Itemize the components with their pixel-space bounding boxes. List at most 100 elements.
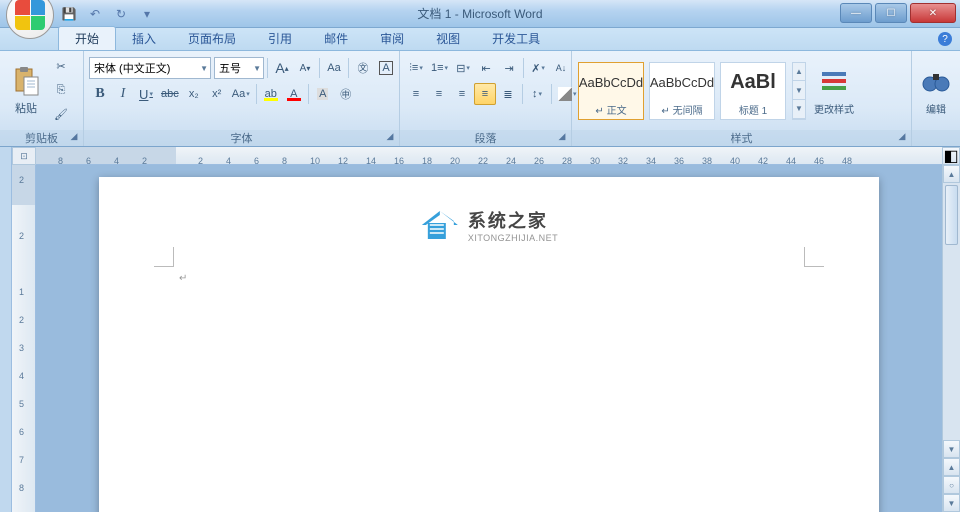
tab-insert[interactable]: 插入: [116, 27, 172, 50]
ruler-corner[interactable]: ⊡: [12, 147, 36, 165]
document-page[interactable]: 系统之家 XITONGZHIJIA.NET ↵: [99, 177, 879, 512]
maximize-button[interactable]: ☐: [875, 3, 907, 23]
tab-view[interactable]: 视图: [420, 27, 476, 50]
ribbon-tabs: 开始 插入 页面布局 引用 邮件 审阅 视图 开发工具 ?: [0, 28, 960, 51]
scroll-track[interactable]: [943, 183, 960, 440]
clear-format-button[interactable]: Aa: [323, 57, 345, 79]
vruler-tick: 2: [19, 315, 24, 325]
char-shading-button[interactable]: A: [312, 83, 334, 105]
binoculars-icon: [920, 66, 952, 98]
align-center-button[interactable]: ≡: [428, 83, 450, 105]
align-right-button[interactable]: ≡: [451, 83, 473, 105]
paste-button[interactable]: 粘贴: [5, 57, 47, 125]
font-size-combo[interactable]: 五号▼: [214, 57, 264, 79]
group-font: 宋体 (中文正文)▼ 五号▼ A▴ A▾ Aa ㉆ A B I U▾ abc x…: [84, 51, 400, 146]
group-paragraph-label: 段落◢: [400, 130, 571, 146]
ruler-toggle-icon[interactable]: ◧: [942, 147, 960, 165]
decrease-indent-button[interactable]: ⇤: [475, 57, 497, 79]
scroll-up-icon[interactable]: ▲: [943, 165, 960, 183]
enclose-char-button[interactable]: ㊥: [335, 83, 357, 105]
scroll-thumb[interactable]: [945, 185, 958, 245]
page-container[interactable]: 系统之家 XITONGZHIJIA.NET ↵: [36, 165, 942, 512]
style-heading1[interactable]: AaBl 标题 1: [720, 62, 786, 120]
scroll-down-icon[interactable]: ▼: [943, 440, 960, 458]
ruler-tick: 18: [422, 156, 432, 166]
find-button[interactable]: 编辑: [917, 57, 955, 125]
sort-button[interactable]: A↓: [550, 57, 572, 79]
tab-references[interactable]: 引用: [252, 27, 308, 50]
font-launcher-icon[interactable]: ◢: [384, 131, 396, 143]
strikethrough-button[interactable]: abc: [158, 83, 182, 105]
italic-button[interactable]: I: [112, 83, 134, 105]
ruler-tick: 14: [366, 156, 376, 166]
distribute-button[interactable]: ≣: [497, 83, 519, 105]
tab-review[interactable]: 审阅: [364, 27, 420, 50]
underline-button[interactable]: U▾: [135, 83, 157, 105]
browse-object-icon[interactable]: ○: [943, 476, 960, 494]
gallery-up-icon[interactable]: ▲: [793, 63, 805, 82]
char-border-button[interactable]: A: [375, 57, 397, 79]
minimize-button[interactable]: —: [840, 3, 872, 23]
style-gallery-nav: ▲ ▼ ▼: [792, 62, 806, 120]
superscript-button[interactable]: x²: [206, 83, 228, 105]
qat-more-icon[interactable]: ▾: [138, 5, 156, 23]
gallery-more-icon[interactable]: ▼: [793, 100, 805, 119]
tab-mailings[interactable]: 邮件: [308, 27, 364, 50]
copy-button[interactable]: ⎘: [50, 80, 72, 102]
ruler-tick: 38: [702, 156, 712, 166]
vruler-tick: 2: [19, 231, 24, 241]
bullets-button[interactable]: ⫶≡▾: [405, 57, 427, 79]
grow-font-button[interactable]: A▴: [271, 57, 293, 79]
ruler-tick: 2: [142, 156, 147, 166]
quick-access-toolbar: 💾 ↶ ↻ ▾: [60, 5, 156, 23]
tab-page-layout[interactable]: 页面布局: [172, 27, 252, 50]
vertical-ruler[interactable]: 2212345678: [12, 165, 36, 512]
group-clipboard: 粘贴 ✂ ⎘ 🖌 剪贴板◢: [0, 51, 84, 146]
numbering-button[interactable]: 1≡▾: [428, 57, 451, 79]
ruler-tick: 40: [730, 156, 740, 166]
window-controls: — ☐ ✕: [840, 3, 956, 23]
tab-developer[interactable]: 开发工具: [476, 27, 556, 50]
tab-home[interactable]: 开始: [58, 26, 116, 50]
justify-button[interactable]: ≡: [474, 83, 496, 105]
shade-icon: [558, 87, 572, 101]
phonetic-button[interactable]: ㉆: [352, 57, 374, 79]
highlight-button[interactable]: ab: [260, 83, 282, 105]
format-painter-button[interactable]: 🖌: [50, 104, 72, 126]
redo-icon[interactable]: ↻: [112, 5, 130, 23]
subscript-button[interactable]: x₂: [183, 83, 205, 105]
undo-icon[interactable]: ↶: [86, 5, 104, 23]
bold-button[interactable]: B: [89, 83, 111, 105]
shrink-font-button[interactable]: A▾: [294, 57, 316, 79]
font-color-button[interactable]: A: [283, 83, 305, 105]
close-button[interactable]: ✕: [910, 3, 956, 23]
multilevel-button[interactable]: ⊟▾: [452, 57, 474, 79]
watermark-subtitle: XITONGZHIJIA.NET: [468, 233, 558, 243]
styles-launcher-icon[interactable]: ◢: [896, 131, 908, 143]
clipboard-launcher-icon[interactable]: ◢: [68, 131, 80, 143]
cut-button[interactable]: ✂: [50, 56, 72, 78]
change-styles-button[interactable]: 更改样式: [809, 57, 859, 125]
save-icon[interactable]: 💾: [60, 5, 78, 23]
gallery-down-icon[interactable]: ▼: [793, 81, 805, 100]
cn-layout-button[interactable]: ✗▾: [527, 57, 549, 79]
vruler-tick: 1: [19, 287, 24, 297]
prev-page-icon[interactable]: ▲: [943, 458, 960, 476]
vertical-scrollbar[interactable]: ▲ ▼ ▲ ○ ▼: [942, 165, 960, 512]
vruler-tick: 2: [19, 175, 24, 185]
font-name-combo[interactable]: 宋体 (中文正文)▼: [89, 57, 211, 79]
ruler-tick: 26: [534, 156, 544, 166]
line-spacing-button[interactable]: ↕▾: [526, 83, 548, 105]
increase-indent-button[interactable]: ⇥: [498, 57, 520, 79]
horizontal-ruler[interactable]: 8642246810121416182022242628303234363840…: [36, 147, 942, 165]
style-no-spacing[interactable]: AaBbCcDd ↵ 无间隔: [649, 62, 715, 120]
change-case-button[interactable]: Aa▾: [229, 83, 253, 105]
paragraph-launcher-icon[interactable]: ◢: [556, 131, 568, 143]
style-normal[interactable]: AaBbCcDd ↵ 正文: [578, 62, 644, 120]
ruler-tick: 8: [58, 156, 63, 166]
ruler-tick: 8: [282, 156, 287, 166]
next-page-icon[interactable]: ▼: [943, 494, 960, 512]
align-left-button[interactable]: ≡: [405, 83, 427, 105]
help-icon[interactable]: ?: [938, 32, 952, 46]
watermark-house-icon: [420, 209, 460, 241]
